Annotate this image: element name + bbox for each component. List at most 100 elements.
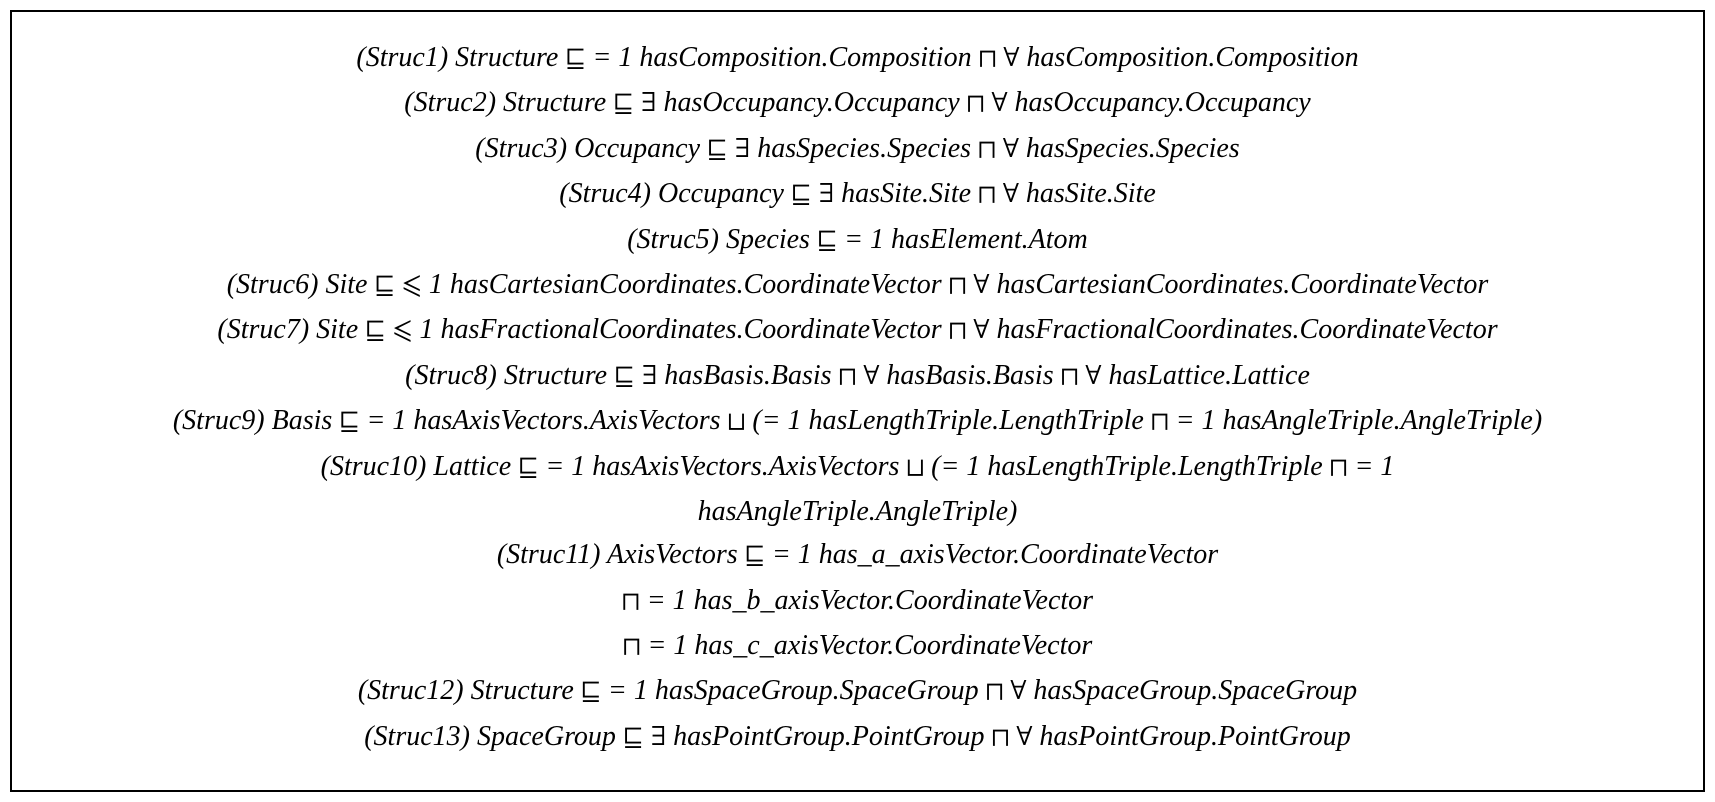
logic-symbol: ∃ xyxy=(734,136,750,164)
axiom-text xyxy=(996,178,1003,209)
logic-symbol: ⊑ xyxy=(614,363,634,391)
axiom-text xyxy=(1009,721,1016,752)
axiom-text: SpaceGroup xyxy=(477,721,623,752)
logic-symbol: ⩽ xyxy=(392,317,412,345)
axiom-text: 1 hasCartesianCoordinates.CoordinateVect… xyxy=(422,269,949,300)
logic-symbol: ⊓ xyxy=(839,363,857,391)
logic-symbol: ⊓ xyxy=(979,45,997,73)
axiom-label: (Struc3) xyxy=(475,133,567,164)
logic-symbol: ∀ xyxy=(1085,363,1101,391)
axiom-text: = 1 hasAngleTriple.AngleTriple) xyxy=(1169,405,1543,436)
logic-symbol: ∀ xyxy=(1003,45,1019,73)
axiom-text: hasLattice.Lattice xyxy=(1101,360,1309,391)
axiom-text: = 1 has_b_axisVector.CoordinateVector xyxy=(640,585,1093,616)
logic-symbol: ⊓ xyxy=(986,678,1004,706)
axiom-line: (Struc10) Lattice ⊑ = 1 hasAxisVectors.A… xyxy=(32,445,1683,490)
axiom-text: hasSpecies.Species xyxy=(750,133,978,164)
axiom-text: Species xyxy=(726,224,817,255)
axiom-text: hasComposition.Composition xyxy=(1019,42,1358,73)
logic-symbol: ∃ xyxy=(650,724,666,752)
axiom-text xyxy=(643,721,650,752)
logic-symbol: ⊔ xyxy=(728,408,746,436)
axiom-label: (Struc1) xyxy=(356,42,448,73)
logic-symbol: ∀ xyxy=(973,272,989,300)
logic-symbol: ⊓ xyxy=(623,633,641,661)
axiom-text: = 1 hasComposition.Composition xyxy=(586,42,979,73)
logic-symbol: ⊑ xyxy=(613,90,633,118)
logic-symbol: ⊓ xyxy=(1151,408,1169,436)
axiom-label: (Struc7) xyxy=(217,314,309,345)
axiom-line: (Struc7) Site ⊑ ⩽ 1 hasFractionalCoordin… xyxy=(32,308,1683,353)
axiom-text: hasPointGroup.PointGroup xyxy=(666,721,991,752)
axiom-text: = 1 hasAxisVectors.AxisVectors xyxy=(359,405,727,436)
logic-symbol: ∀ xyxy=(991,90,1007,118)
logic-symbol: ⊑ xyxy=(791,181,811,209)
axiom-label: (Struc11) xyxy=(497,539,601,570)
axiom-label: (Struc9) xyxy=(173,405,265,436)
axiom-text: Structure xyxy=(504,360,614,391)
axiom-line: ⊓ = 1 has_b_axisVector.CoordinateVector xyxy=(32,579,1683,624)
logic-symbol: ∀ xyxy=(973,317,989,345)
logic-symbol: ⊓ xyxy=(949,317,967,345)
logic-symbol: ⊓ xyxy=(978,181,996,209)
logic-symbol: ∀ xyxy=(863,363,879,391)
logic-symbol: ⊑ xyxy=(707,136,727,164)
axiom-text: hasBasis.Basis xyxy=(879,360,1060,391)
axiom-text: = 1 has_c_axisVector.CoordinateVector xyxy=(640,630,1092,661)
logic-symbol: ⊑ xyxy=(518,454,538,482)
axiom-text: = 1 xyxy=(1347,451,1394,482)
logic-symbol: ⊓ xyxy=(992,724,1010,752)
axiom-line: (Struc11) AxisVectors ⊑ = 1 has_a_axisVe… xyxy=(32,533,1683,578)
axiom-label: (Struc12) xyxy=(358,675,464,706)
logic-symbol: ∃ xyxy=(641,363,657,391)
axiom-label: (Struc10) xyxy=(321,451,427,482)
axiom-label: (Struc6) xyxy=(227,269,319,300)
axiom-text: hasPointGroup.PointGroup xyxy=(1032,721,1350,752)
logic-symbol: ⊓ xyxy=(949,272,967,300)
logic-symbol: ⊑ xyxy=(623,724,643,752)
axiom-text: Basis xyxy=(272,405,340,436)
axiom-text: hasAngleTriple.AngleTriple) xyxy=(698,496,1018,527)
axiom-line: ⊓ = 1 has_c_axisVector.CoordinateVector xyxy=(32,624,1683,669)
axiom-line: (Struc2) Structure ⊑ ∃ hasOccupancy.Occu… xyxy=(32,81,1683,126)
axiom-label: (Struc2) xyxy=(404,87,496,118)
logic-symbol: ⊓ xyxy=(1061,363,1079,391)
axiom-line: (Struc4) Occupancy ⊑ ∃ hasSite.Site ⊓ ∀ … xyxy=(32,172,1683,217)
axiom-text: Structure xyxy=(503,87,613,118)
axiom-line: (Struc3) Occupancy ⊑ ∃ hasSpecies.Specie… xyxy=(32,127,1683,172)
axiom-text: (= 1 hasLengthTriple.LengthTriple xyxy=(745,405,1151,436)
logic-symbol: ⊓ xyxy=(622,588,640,616)
logic-symbol: ⊑ xyxy=(365,317,385,345)
logic-symbol: ∀ xyxy=(1003,136,1019,164)
axiom-text: Lattice xyxy=(433,451,518,482)
logic-symbol: ⩽ xyxy=(402,272,422,300)
axiom-line: (Struc8) Structure ⊑ ∃ hasBasis.Basis ⊓ … xyxy=(32,354,1683,399)
logic-symbol: ⊓ xyxy=(1330,454,1348,482)
axiom-text: AxisVectors xyxy=(607,539,745,570)
axiom-text: hasBasis.Basis xyxy=(657,360,838,391)
axiom-line: (Struc1) Structure ⊑ = 1 hasComposition.… xyxy=(32,36,1683,81)
logic-symbol: ⊓ xyxy=(967,90,985,118)
logic-symbol: ∀ xyxy=(1003,181,1019,209)
axiom-text: hasSite.Site xyxy=(834,178,978,209)
axiom-text: hasFractionalCoordinates.CoordinateVecto… xyxy=(989,314,1497,345)
axiom-text: Site xyxy=(316,314,365,345)
logic-symbol: ⊑ xyxy=(581,678,601,706)
logic-symbol: ∃ xyxy=(818,181,834,209)
axiom-text: = 1 hasSpaceGroup.SpaceGroup xyxy=(601,675,986,706)
axiom-text: Site xyxy=(325,269,374,300)
axiom-line: (Struc12) Structure ⊑ = 1 hasSpaceGroup.… xyxy=(32,669,1683,714)
axiom-text: Occupancy xyxy=(658,178,791,209)
axiom-text: hasSpecies.Species xyxy=(1019,133,1240,164)
axiom-text: = 1 hasAxisVectors.AxisVectors xyxy=(538,451,906,482)
axiom-text: = 1 hasElement.Atom xyxy=(837,224,1088,255)
axiom-line: (Struc5) Species ⊑ = 1 hasElement.Atom xyxy=(32,218,1683,263)
axiom-line: (Struc13) SpaceGroup ⊑ ∃ hasPointGroup.P… xyxy=(32,715,1683,760)
axiom-text: (= 1 hasLengthTriple.LengthTriple xyxy=(924,451,1330,482)
axiom-label: (Struc5) xyxy=(627,224,719,255)
logic-symbol: ⊑ xyxy=(745,542,765,570)
logic-symbol: ∀ xyxy=(1016,724,1032,752)
axiom-text: Occupancy xyxy=(574,133,707,164)
logic-symbol: ⊑ xyxy=(817,227,837,255)
axiom-label: (Struc8) xyxy=(405,360,497,391)
